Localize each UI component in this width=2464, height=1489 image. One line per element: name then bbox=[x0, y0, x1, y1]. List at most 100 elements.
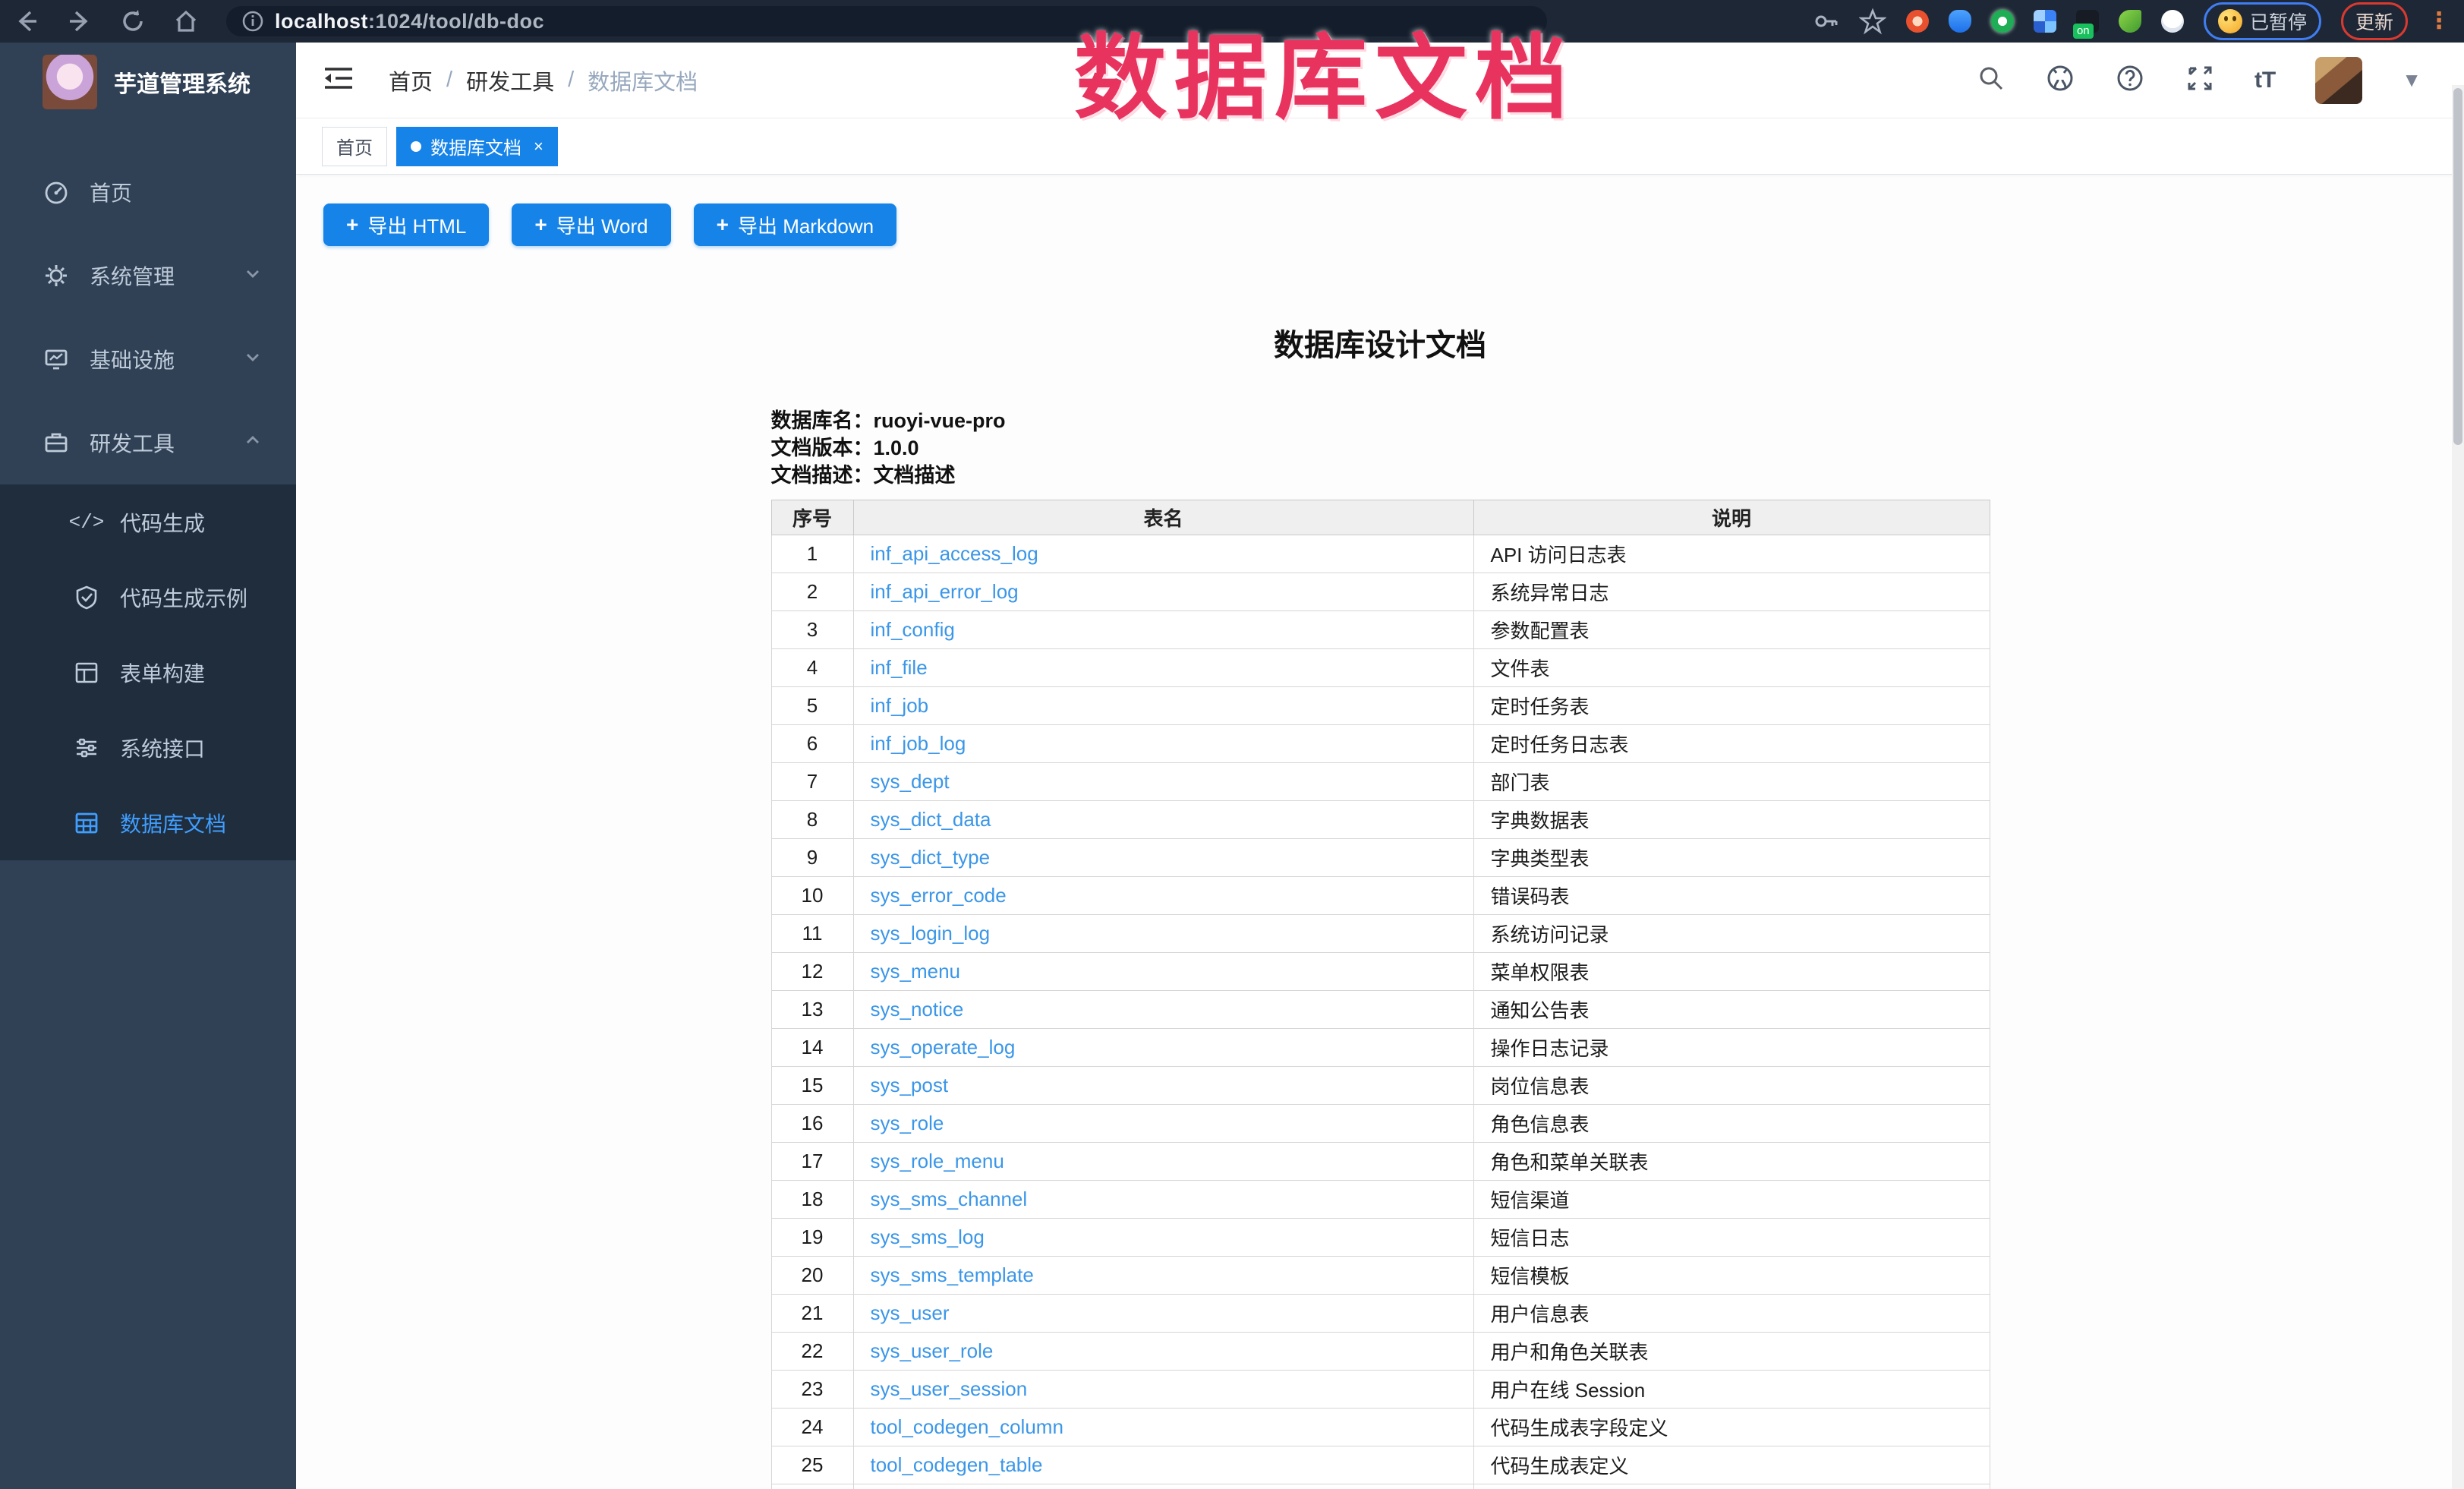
extension-on-badge: on bbox=[2073, 24, 2094, 39]
tag-db-doc[interactable]: 数据库文档 × bbox=[396, 127, 558, 166]
breadcrumb-home[interactable]: 首页 bbox=[389, 65, 433, 96]
extension-icon-stack[interactable]: on bbox=[2076, 10, 2099, 33]
sidebar-collapse-icon[interactable] bbox=[322, 63, 355, 97]
export-word-button[interactable]: +导出 Word bbox=[512, 203, 670, 246]
export-html-button[interactable]: +导出 HTML bbox=[323, 203, 489, 246]
update-button[interactable]: 更新 bbox=[2341, 2, 2408, 40]
sidebar-item-label: 基础设施 bbox=[90, 344, 175, 374]
extension-icon-green-check[interactable] bbox=[1991, 10, 2014, 33]
tag-home[interactable]: 首页 bbox=[322, 127, 387, 166]
scrollbar-thumb[interactable] bbox=[2453, 88, 2462, 445]
browser-back-icon[interactable] bbox=[14, 8, 39, 34]
row-desc: 短信模板 bbox=[1473, 1257, 1990, 1295]
bookmark-star-icon[interactable] bbox=[1859, 8, 1886, 35]
extension-icon-grid[interactable] bbox=[2034, 10, 2056, 33]
github-icon[interactable] bbox=[2045, 63, 2075, 97]
table-name-link[interactable]: sys_notice bbox=[871, 998, 964, 1021]
sidebar-item-label: 代码生成 bbox=[120, 507, 205, 538]
breadcrumb-current: 数据库文档 bbox=[588, 65, 698, 96]
user-avatar[interactable] bbox=[2315, 57, 2362, 104]
close-icon[interactable]: × bbox=[534, 137, 544, 156]
table-name-link[interactable]: tool_codegen_column bbox=[871, 1415, 1063, 1438]
table-icon bbox=[73, 809, 100, 837]
extension-icon-puzzle[interactable] bbox=[2161, 10, 2184, 33]
table-name-link[interactable]: inf_job_log bbox=[871, 732, 966, 755]
table-name-link[interactable]: inf_file bbox=[871, 656, 928, 679]
sidebar-item-home[interactable]: 首页 bbox=[0, 150, 296, 234]
browser-home-icon[interactable] bbox=[173, 8, 199, 34]
table-name-link[interactable]: tool_codegen_table bbox=[871, 1453, 1043, 1476]
row-desc: 岗位信息表 bbox=[1473, 1067, 1990, 1105]
site-info-icon[interactable] bbox=[241, 10, 264, 33]
table-name-link[interactable]: inf_job bbox=[871, 694, 929, 717]
table-name-link[interactable]: sys_login_log bbox=[871, 922, 991, 945]
meta-label: 文档描述： bbox=[771, 464, 874, 487]
breadcrumb-devtools[interactable]: 研发工具 bbox=[466, 65, 554, 96]
row-index: 4 bbox=[771, 649, 853, 687]
table-name-link[interactable]: inf_api_error_log bbox=[871, 580, 1019, 603]
table-row: 1 inf_api_access_log API 访问日志表 bbox=[771, 535, 1990, 573]
page-scrollbar[interactable] bbox=[2452, 85, 2464, 1489]
row-desc: 通知公告表 bbox=[1473, 991, 1990, 1029]
browser-menu-icon[interactable]: ⋮ bbox=[2428, 10, 2450, 33]
meta-value: 1.0.0 bbox=[874, 437, 919, 459]
extension-icon-red[interactable] bbox=[1906, 10, 1929, 33]
table-name-link[interactable]: sys_operate_log bbox=[871, 1036, 1016, 1058]
table-name-link[interactable]: sys_sms_channel bbox=[871, 1188, 1028, 1210]
profile-paused-chip[interactable]: 已暂停 bbox=[2204, 2, 2321, 40]
sidebar-item-codegen[interactable]: </> 代码生成 bbox=[0, 484, 296, 560]
fullscreen-icon[interactable] bbox=[2185, 63, 2215, 97]
sidebar-item-infra[interactable]: 基础设施 bbox=[0, 317, 296, 401]
sidebar-item-system[interactable]: 系统管理 bbox=[0, 234, 296, 317]
table-name-link[interactable]: sys_role bbox=[871, 1112, 944, 1134]
row-desc: 角色信息表 bbox=[1473, 1105, 1990, 1143]
help-icon[interactable] bbox=[2115, 63, 2145, 97]
row-index: 13 bbox=[771, 991, 853, 1029]
row-index: 1 bbox=[771, 535, 853, 573]
table-name-link[interactable]: sys_user_session bbox=[871, 1377, 1028, 1400]
sidebar-item-devtools[interactable]: 研发工具 bbox=[0, 401, 296, 484]
font-size-icon[interactable]: tT bbox=[2254, 68, 2276, 93]
table-name-link[interactable]: sys_role_menu bbox=[871, 1150, 1004, 1172]
table-name-link[interactable]: inf_config bbox=[871, 618, 955, 641]
table-name-link[interactable]: sys_user_role bbox=[871, 1339, 994, 1362]
row-desc: 系统访问记录 bbox=[1473, 915, 1990, 953]
sidebar-item-system-api[interactable]: 系统接口 bbox=[0, 710, 296, 785]
row-desc: 部门表 bbox=[1473, 763, 1990, 801]
table-name-link[interactable]: sys_dict_type bbox=[871, 846, 991, 869]
export-markdown-button[interactable]: +导出 Markdown bbox=[694, 203, 897, 246]
address-bar[interactable]: localhost:1024/tool/db-doc bbox=[226, 6, 1547, 36]
table-row: 9 sys_dict_type 字典类型表 bbox=[771, 839, 1990, 877]
table-name-link[interactable]: sys_post bbox=[871, 1074, 949, 1096]
extension-icon-leaf[interactable] bbox=[2119, 10, 2141, 33]
devtools-submenu: </> 代码生成 代码生成示例 表单构建 系统接口 数据库文档 bbox=[0, 484, 296, 860]
sidebar-item-label: 代码生成示例 bbox=[120, 582, 247, 613]
table-name-link[interactable]: sys_dict_data bbox=[871, 808, 991, 831]
sidebar-item-db-doc[interactable]: 数据库文档 bbox=[0, 785, 296, 860]
top-navbar: 首页 / 研发工具 / 数据库文档 tT ▼ bbox=[296, 43, 2464, 118]
sidebar-item-form-builder[interactable]: 表单构建 bbox=[0, 635, 296, 710]
meta-value: 文档描述 bbox=[874, 464, 956, 487]
url-text: localhost:1024/tool/db-doc bbox=[275, 10, 544, 33]
table-name-link[interactable]: inf_api_access_log bbox=[871, 542, 1038, 565]
extension-icon-blue-pin[interactable] bbox=[1949, 10, 1971, 33]
table-name-link[interactable]: sys_sms_log bbox=[871, 1226, 985, 1248]
chevron-down-icon[interactable]: ▼ bbox=[2402, 68, 2421, 92]
search-icon[interactable] bbox=[1977, 64, 2006, 96]
tag-label: 数据库文档 bbox=[430, 133, 521, 159]
table-name-link[interactable]: sys_sms_template bbox=[871, 1263, 1034, 1286]
app-logo-row[interactable]: 芋道管理系统 bbox=[0, 43, 296, 120]
row-desc: 用户和角色关联表 bbox=[1473, 1333, 1990, 1371]
browser-forward-icon[interactable] bbox=[67, 8, 93, 34]
table-name-link[interactable]: sys_error_code bbox=[871, 884, 1007, 907]
table-name-link[interactable]: sys_dept bbox=[871, 770, 950, 793]
browser-reload-icon[interactable] bbox=[120, 8, 146, 34]
table-name-link[interactable]: sys_user bbox=[871, 1301, 950, 1324]
table-row: 2 inf_api_error_log 系统异常日志 bbox=[771, 573, 1990, 611]
table-name-link[interactable]: sys_menu bbox=[871, 960, 961, 983]
table-row: 23 sys_user_session 用户在线 Session bbox=[771, 1371, 1990, 1409]
row-index: 21 bbox=[771, 1295, 853, 1333]
row-desc: 定时任务表 bbox=[1473, 687, 1990, 725]
sidebar-item-codegen-example[interactable]: 代码生成示例 bbox=[0, 560, 296, 635]
password-key-icon[interactable] bbox=[1812, 8, 1839, 35]
